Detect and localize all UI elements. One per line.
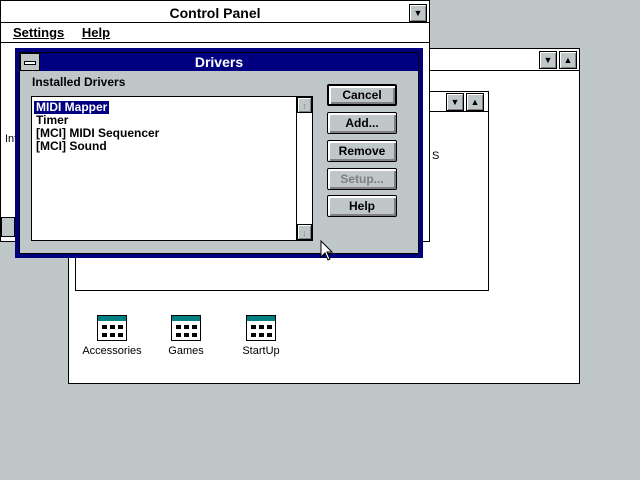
- dialog-title: Drivers: [194, 54, 244, 70]
- menu-settings[interactable]: Settings: [13, 25, 64, 40]
- add-button[interactable]: Add...: [327, 112, 397, 134]
- minimize-button[interactable]: ▼: [539, 51, 557, 69]
- list-item[interactable]: [MCI] Sound: [34, 140, 109, 153]
- control-panel-minimize-button[interactable]: ▼: [409, 4, 427, 22]
- group-label: Games: [168, 345, 204, 357]
- menu-bar: Settings Help: [1, 23, 429, 43]
- group-maximize-button[interactable]: ▲: [466, 93, 484, 111]
- group-startup[interactable]: StartUp: [226, 311, 296, 361]
- scroll-up-icon[interactable]: ↑: [297, 97, 312, 113]
- maximize-button[interactable]: ▲: [559, 51, 577, 69]
- help-button[interactable]: Help: [327, 195, 397, 217]
- drivers-caption: Drivers: [20, 53, 418, 71]
- window-title: Control Panel: [169, 5, 261, 21]
- group-label: StartUp: [242, 345, 280, 357]
- system-menu-icon: [24, 61, 36, 65]
- installed-drivers-label: Installed Drivers: [32, 75, 126, 89]
- partial-icon-strip: [1, 217, 15, 237]
- remove-button[interactable]: Remove: [327, 140, 397, 162]
- group-accessories[interactable]: Accessories: [77, 311, 147, 361]
- mouse-cursor-icon: [320, 240, 334, 261]
- group-games[interactable]: Games: [151, 311, 221, 361]
- program-group-icon: [97, 315, 127, 341]
- vertical-scrollbar[interactable]: ↑ ↓: [296, 97, 312, 240]
- drivers-dialog: Drivers Installed Drivers MIDI Mapper Ti…: [15, 48, 423, 258]
- drivers-dialog-frame: Drivers Installed Drivers MIDI Mapper Ti…: [19, 52, 419, 254]
- scroll-down-icon[interactable]: ↓: [297, 224, 312, 240]
- control-panel-caption: Control Panel: [1, 3, 429, 23]
- setup-button: Setup...: [327, 168, 397, 190]
- system-menu-button[interactable]: [20, 53, 40, 71]
- program-group-icon: [246, 315, 276, 341]
- drivers-listbox[interactable]: MIDI Mapper Timer [MCI] MIDI Sequencer […: [31, 96, 313, 241]
- cancel-button[interactable]: Cancel: [327, 84, 397, 106]
- menu-help[interactable]: Help: [82, 25, 110, 40]
- group-label: Accessories: [82, 345, 142, 357]
- program-group-icon: [171, 315, 201, 341]
- group-minimize-button[interactable]: ▼: [446, 93, 464, 111]
- partial-text-right: S: [432, 150, 440, 162]
